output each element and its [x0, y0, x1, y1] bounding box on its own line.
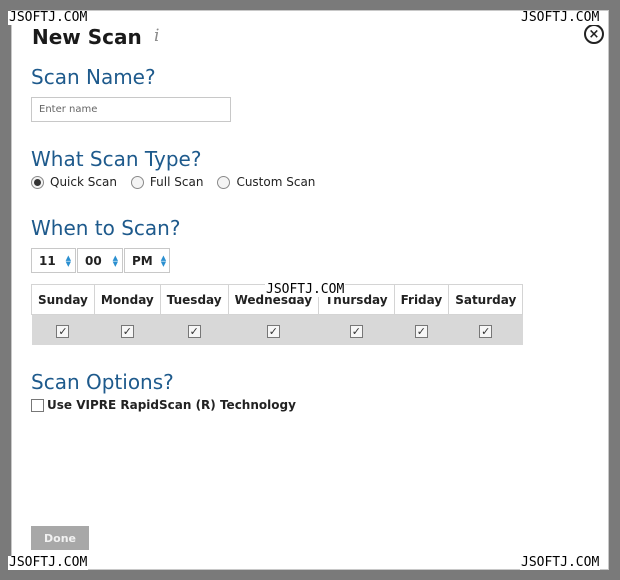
- scan-options-heading: Scan Options?: [31, 370, 174, 394]
- days-checkbox-row: ✓ ✓ ✓ ✓ ✓ ✓ ✓: [31, 314, 523, 345]
- meridiem-spinner[interactable]: PM ▲ ▼: [124, 248, 170, 273]
- day-cell: ✓: [228, 314, 319, 345]
- done-button[interactable]: Done: [31, 526, 89, 550]
- watermark-top-right: JSOFTJ.COM: [520, 10, 601, 25]
- day-header-saturday: Saturday: [448, 284, 524, 315]
- scan-name-heading: Scan Name?: [31, 65, 156, 89]
- schedule-heading: When to Scan?: [31, 216, 181, 240]
- radio-button[interactable]: [217, 175, 231, 189]
- minute-value: 00: [85, 253, 102, 268]
- scan-type-heading: What Scan Type?: [31, 147, 202, 171]
- minute-spinner[interactable]: 00 ▲ ▼: [77, 248, 123, 273]
- day-header-tuesday: Tuesday: [159, 284, 229, 315]
- checkbox-friday[interactable]: ✓: [414, 325, 428, 339]
- radio-label: Full Scan: [149, 175, 204, 189]
- radio-label: Custom Scan: [236, 175, 316, 189]
- hour-spinner[interactable]: 11 ▲ ▼: [31, 248, 76, 273]
- checkbox-sunday[interactable]: ✓: [56, 325, 70, 339]
- rapidscan-label: Use VIPRE RapidScan (R) Technology: [47, 398, 296, 412]
- radio-full-scan[interactable]: Full Scan: [130, 175, 204, 189]
- watermark-top-left: JSOFTJ.COM: [8, 10, 89, 25]
- watermark-bottom-right: JSOFTJ.COM: [520, 555, 601, 570]
- checkbox-tuesday[interactable]: ✓: [187, 325, 201, 339]
- day-header-monday: Monday: [93, 284, 161, 315]
- time-picker: 11 ▲ ▼ 00 ▲ ▼ PM ▲ ▼: [31, 248, 171, 273]
- radio-custom-scan[interactable]: Custom Scan: [217, 175, 315, 189]
- watermark-bottom-left: JSOFTJ.COM: [8, 555, 89, 570]
- hour-value: 11: [39, 253, 56, 268]
- checkbox-thursday[interactable]: ✓: [349, 325, 363, 339]
- day-header-sunday: Sunday: [31, 284, 95, 315]
- checkbox-wednesday[interactable]: ✓: [266, 325, 280, 339]
- scan-name-input[interactable]: [31, 97, 231, 122]
- day-cell: ✓: [394, 314, 449, 345]
- meridiem-value: PM: [132, 253, 153, 268]
- spinner-arrows-icon[interactable]: ▲ ▼: [161, 254, 166, 267]
- checkbox-saturday[interactable]: ✓: [479, 325, 493, 339]
- rapidscan-option[interactable]: Use VIPRE RapidScan (R) Technology: [31, 398, 296, 412]
- day-cell: ✓: [94, 314, 161, 345]
- spinner-arrows-icon[interactable]: ▲ ▼: [66, 254, 71, 267]
- dialog-title: New Scan: [32, 25, 142, 49]
- radio-label: Quick Scan: [50, 175, 117, 189]
- day-cell: ✓: [160, 314, 229, 345]
- radio-quick-scan[interactable]: Quick Scan: [31, 175, 117, 189]
- rapidscan-checkbox[interactable]: [31, 398, 44, 412]
- spinner-arrows-icon[interactable]: ▲ ▼: [113, 254, 118, 267]
- day-cell: ✓: [448, 314, 523, 345]
- info-icon[interactable]: i: [154, 26, 159, 46]
- close-icon[interactable]: ×: [584, 24, 604, 44]
- day-cell: ✓: [318, 314, 395, 345]
- radio-button[interactable]: [130, 175, 144, 189]
- day-cell: ✓: [31, 314, 95, 345]
- radio-button-selected[interactable]: [31, 175, 44, 189]
- watermark-center: JSOFTJ.COM: [265, 282, 346, 297]
- checkbox-monday[interactable]: ✓: [120, 325, 134, 339]
- scan-type-radio-group: Quick Scan Full Scan Custom Scan: [31, 175, 329, 189]
- day-header-friday: Friday: [393, 284, 450, 315]
